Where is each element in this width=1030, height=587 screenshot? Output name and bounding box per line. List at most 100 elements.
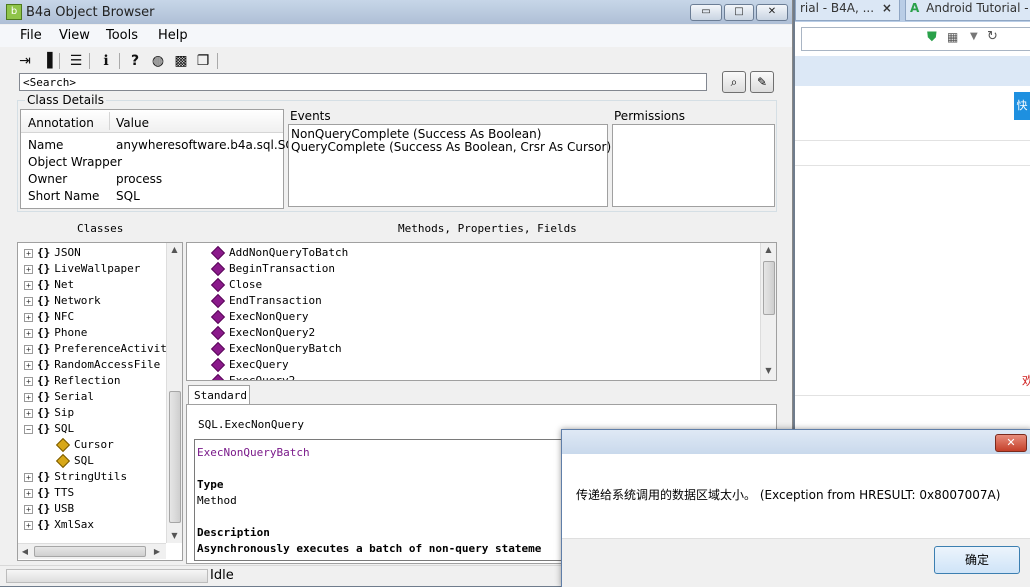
expand-icon[interactable]: + <box>24 328 33 338</box>
classes-tree[interactable]: +{} JSON +{} LiveWallpaper +{} Net +{} Network +… <box>17 242 183 561</box>
browser-tab[interactable]: A Android Tutorial - <box>905 0 1030 21</box>
expand-icon[interactable]: + <box>24 248 33 258</box>
document-icon[interactable]: ▐ <box>38 52 56 70</box>
events-list: NonQueryComplete (Success As Boolean) Qu… <box>288 124 611 207</box>
gift-icon[interactable]: ▩ <box>172 52 190 70</box>
methods-vertical-scrollbar[interactable]: ▲ ▼ <box>760 243 776 380</box>
method-item[interactable]: EndTransaction <box>210 293 322 309</box>
tab-standard[interactable]: Standard <box>188 385 250 406</box>
method-item[interactable]: ExecNonQuery <box>210 309 308 325</box>
search-button[interactable]: ⌕ <box>722 71 746 93</box>
minimize-button[interactable]: ▭ <box>690 4 722 21</box>
scroll-down-arrow[interactable]: ▼ <box>761 364 776 378</box>
expand-icon[interactable]: + <box>24 360 33 370</box>
menu-help[interactable]: Help <box>158 28 188 43</box>
tree-class-item[interactable]: + {} USB <box>24 501 74 517</box>
scroll-thumb[interactable] <box>34 546 146 557</box>
event-item[interactable]: NonQueryComplete (Success As Boolean) <box>291 127 541 141</box>
event-item[interactable]: QueryComplete (Success As Boolean, Crsr … <box>291 140 611 154</box>
tree-class-item[interactable]: + {} Sip <box>24 405 74 421</box>
tree-child-item[interactable]: SQL <box>55 453 94 469</box>
tree-class-item[interactable]: + {} Network <box>24 293 101 309</box>
annotation-header[interactable]: Annotation <box>28 116 94 130</box>
chevron-down-icon[interactable]: ▼ <box>970 31 978 42</box>
tree-class-item[interactable]: + {} JSON <box>24 245 81 261</box>
expand-icon[interactable]: + <box>24 280 33 290</box>
menu-tools[interactable]: Tools <box>106 28 138 43</box>
tree-class-item[interactable]: + {} Reflection <box>24 373 120 389</box>
classes-vertical-scrollbar[interactable]: ▲ ▼ <box>166 243 182 543</box>
tree-class-item[interactable]: + {} XmlSax <box>24 517 94 533</box>
help-icon[interactable]: ? <box>126 52 144 70</box>
tree-item-label: XmlSax <box>54 518 94 531</box>
qr-icon[interactable]: ▦ <box>947 30 958 44</box>
info-icon[interactable]: ℹ <box>97 52 115 70</box>
tree-class-item[interactable]: + {} RandomAccessFile <box>24 357 160 373</box>
tree-child-item[interactable]: Cursor <box>55 437 114 453</box>
method-item[interactable]: ExecNonQueryBatch <box>210 341 342 357</box>
methods-tree[interactable]: AddNonQueryToBatch BeginTransaction Close E… <box>186 242 777 381</box>
tree-class-item[interactable]: + {} Serial <box>24 389 94 405</box>
expand-icon[interactable]: + <box>24 392 33 402</box>
method-item[interactable]: BeginTransaction <box>210 261 335 277</box>
copy-icon[interactable]: ❐ <box>194 52 212 70</box>
browser-toolbar-band <box>795 56 1030 86</box>
scroll-down-arrow[interactable]: ▼ <box>167 529 182 543</box>
expand-icon[interactable]: + <box>24 488 33 498</box>
scroll-thumb[interactable] <box>169 391 181 523</box>
tree-class-item[interactable]: + {} TTS <box>24 485 74 501</box>
tree-class-item[interactable]: + {} PreferenceActivit <box>24 341 167 357</box>
expand-icon[interactable]: + <box>24 408 33 418</box>
clear-button[interactable]: ✎ <box>750 71 774 93</box>
expand-icon[interactable]: + <box>24 312 33 322</box>
ok-button[interactable]: 确定 <box>934 546 1020 574</box>
tree-class-item[interactable]: + {} Phone <box>24 325 87 341</box>
scroll-left-arrow[interactable]: ◀ <box>18 544 32 559</box>
value-header[interactable]: Value <box>116 116 149 130</box>
expand-icon[interactable]: + <box>24 264 33 274</box>
close-button[interactable]: ✕ <box>756 4 788 21</box>
expand-icon[interactable]: + <box>24 520 33 530</box>
globe-icon[interactable]: ◍ <box>149 52 167 70</box>
side-button[interactable]: 快 <box>1014 92 1030 120</box>
scroll-up-arrow[interactable]: ▲ <box>167 243 182 257</box>
menu-view[interactable]: View <box>59 28 90 43</box>
tree-class-item[interactable]: + {} NFC <box>24 309 74 325</box>
menu-file[interactable]: File <box>20 28 42 43</box>
search-input[interactable]: <Search> <box>19 73 707 91</box>
tree-class-item[interactable]: + {} Net <box>24 277 74 293</box>
class-icon: {} <box>37 342 51 355</box>
collapse-icon[interactable]: − <box>24 424 33 434</box>
method-item[interactable]: Close <box>210 277 262 293</box>
browser-tab[interactable]: rial - B4A, ... × <box>795 0 900 21</box>
method-item[interactable]: AddNonQueryToBatch <box>210 245 348 261</box>
close-icon[interactable]: × <box>882 1 892 15</box>
scroll-up-arrow[interactable]: ▲ <box>761 243 776 257</box>
browser-address-bar[interactable]: ⛊ ▦ ▼ ↻ <box>801 27 1030 51</box>
method-item[interactable]: ExecNonQuery2 <box>210 325 315 341</box>
tree-class-item[interactable]: + {} StringUtils <box>24 469 127 485</box>
class-icon: {} <box>37 278 51 291</box>
dialog-close-button[interactable]: ✕ <box>995 434 1027 452</box>
methods-tree-items: AddNonQueryToBatch BeginTransaction Close E… <box>197 245 757 380</box>
list-icon[interactable]: ☰ <box>67 52 85 70</box>
tree-class-item[interactable]: −{} SQL <box>24 421 74 437</box>
method-item[interactable]: ExecQuery <box>210 357 289 373</box>
tree-item-label: TTS <box>54 486 75 499</box>
refresh-icon[interactable]: ↻ <box>987 29 998 44</box>
import-icon[interactable]: ⇥ <box>16 52 34 70</box>
expand-icon[interactable]: + <box>24 344 33 354</box>
maximize-button[interactable]: □ <box>724 4 754 21</box>
scroll-thumb[interactable] <box>763 261 775 315</box>
method-item[interactable]: ExecQuery2 <box>210 373 295 380</box>
value-cell: process <box>116 172 163 186</box>
expand-icon[interactable]: + <box>24 296 33 306</box>
expand-icon[interactable]: + <box>24 376 33 386</box>
expand-icon[interactable]: + <box>24 472 33 482</box>
tree-class-item[interactable]: + {} LiveWallpaper <box>24 261 140 277</box>
classes-horizontal-scrollbar[interactable]: ◀ ▶ <box>18 543 166 559</box>
app-icon: b <box>6 4 22 20</box>
method-icon <box>210 293 226 309</box>
scroll-right-arrow[interactable]: ▶ <box>150 544 164 559</box>
expand-icon[interactable]: + <box>24 504 33 514</box>
